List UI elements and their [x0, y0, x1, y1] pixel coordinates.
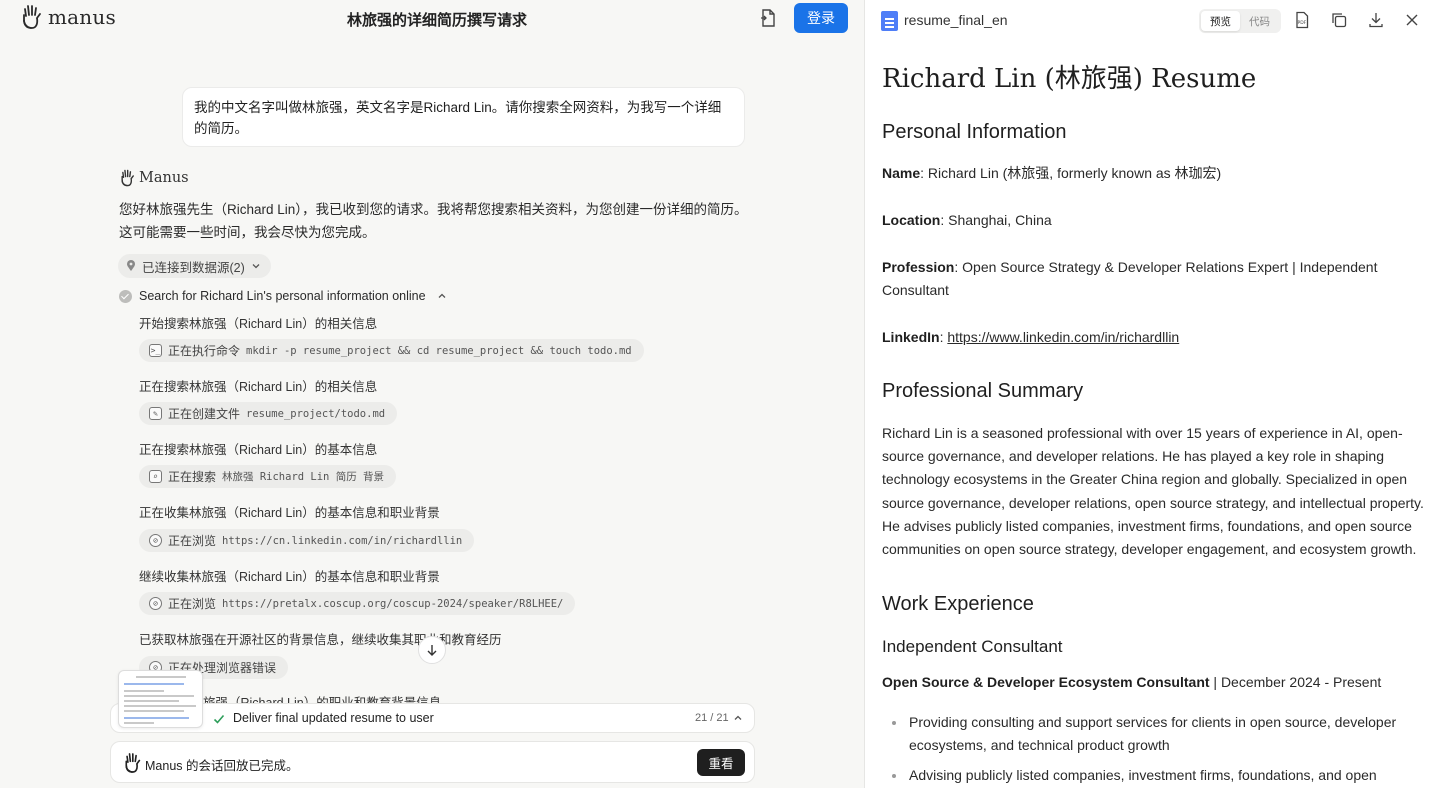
step-header[interactable]: Search for Richard Lin's personal inform…	[119, 289, 447, 303]
download-icon[interactable]	[1367, 11, 1385, 29]
document-icon[interactable]	[758, 8, 778, 28]
role-line: Open Source & Developer Ecosystem Consul…	[882, 674, 1382, 690]
document-thumbnail[interactable]	[118, 670, 203, 728]
sub-step-text: 正在搜索林旅强（Richard Lin）的相关信息	[139, 380, 378, 394]
action-detail: https://pretalx.coscup.org/coscup-2024/s…	[222, 597, 564, 610]
browser-icon: ⊘	[149, 597, 162, 610]
action-pill[interactable]: ⌕ 正在搜索 林旅强 Richard Lin 简历 背景	[139, 465, 397, 488]
field-linkedin: LinkedIn: https://www.linkedin.com/in/ri…	[882, 329, 1180, 345]
action-label: 正在搜索	[168, 470, 217, 484]
login-button[interactable]: 登录	[794, 3, 848, 33]
pdf-icon[interactable]: PDF	[1293, 11, 1311, 29]
manus-hand-icon	[125, 753, 141, 773]
action-pill[interactable]: ⊘ 正在浏览 https://pretalx.coscup.org/coscup…	[139, 592, 576, 615]
datasource-toggle[interactable]: 已连接到数据源(2)	[118, 254, 271, 278]
progress-text: Deliver final updated resume to user	[233, 711, 434, 725]
replay-complete-bar: Manus 的会话回放已完成。 重看	[110, 741, 755, 783]
tab-preview[interactable]: 预览	[1201, 11, 1240, 31]
action-pill[interactable]: ✎ 正在创建文件 resume_project/todo.md	[139, 402, 398, 425]
copy-icon[interactable]	[1330, 11, 1348, 29]
field-location: Location: Shanghai, China	[882, 212, 1052, 228]
list-item: Providing consulting and support service…	[892, 711, 1417, 757]
action-label: 正在创建文件	[168, 407, 241, 421]
pin-icon	[127, 260, 135, 271]
assistant-name: Manus	[139, 170, 189, 186]
check-icon	[213, 714, 225, 724]
view-toggle: 预览 代码	[1199, 9, 1281, 33]
search-icon: ⌕	[149, 470, 162, 483]
close-icon[interactable]	[1403, 11, 1421, 29]
action-label: 正在执行命令	[168, 344, 241, 358]
edit-icon: ✎	[149, 407, 162, 420]
chevron-up-icon	[734, 715, 742, 720]
list-item: Advising publicly listed companies, inve…	[892, 764, 1417, 788]
sub-step-text: 已获取林旅强在开源社区的背景信息，继续收集其职业和教育经历	[139, 633, 502, 647]
replay-button[interactable]: 重看	[697, 749, 745, 776]
step-title: Search for Richard Lin's personal inform…	[139, 289, 426, 303]
section-heading-personal: Personal Information	[882, 121, 1067, 143]
scroll-down-button[interactable]	[418, 636, 446, 664]
action-detail: mkdir -p resume_project && cd resume_pro…	[246, 344, 632, 357]
datasource-label: 已连接到数据源(2)	[142, 260, 245, 275]
preview-pane: resume_final_en 预览 代码 PDF Richard Lin (林…	[864, 0, 1440, 788]
action-detail: https://cn.linkedin.com/in/richardllin	[222, 534, 463, 547]
top-bar: manus 林旅强的详细简历撰写请求 登录	[0, 0, 864, 36]
progress-count: 21 / 21	[695, 712, 729, 724]
file-name: resume_final_en	[904, 12, 1008, 28]
action-pill[interactable]: >_ 正在执行命令 mkdir -p resume_project && cd …	[139, 339, 644, 362]
browser-icon: ⊘	[149, 534, 162, 547]
action-label: 正在浏览	[168, 534, 217, 548]
field-profession: Profession: Open Source Strategy & Devel…	[882, 259, 1378, 299]
role-bullets: Providing consulting and support service…	[892, 711, 1417, 788]
job-heading: Independent Consultant	[882, 637, 1063, 656]
chat-pane: manus 林旅强的详细简历撰写请求 登录 我的中文名字叫做林旅强，英文名字是R…	[0, 0, 864, 788]
assistant-reply: 您好林旅强先生（Richard Lin），我已收到您的请求。我将帮您搜索相关资料…	[119, 202, 748, 240]
assistant-header: Manus	[119, 169, 189, 187]
tab-code[interactable]: 代码	[1240, 11, 1279, 31]
chevron-up-icon	[438, 293, 446, 298]
terminal-icon: >_	[149, 344, 162, 357]
sub-step-text: 开始搜索林旅强（Richard Lin）的相关信息	[139, 317, 378, 331]
manus-hand-icon	[121, 169, 134, 187]
arrow-down-icon	[427, 645, 437, 656]
action-label: 正在浏览	[168, 597, 217, 611]
chevron-down-icon	[252, 264, 260, 269]
replay-done-text: Manus 的会话回放已完成。	[145, 759, 299, 773]
action-pill[interactable]: ⊘ 正在浏览 https://cn.linkedin.com/in/richar…	[139, 529, 475, 552]
field-name: Name: Richard Lin (林旅强, formerly known a…	[882, 165, 1222, 181]
preview-toolbar: resume_final_en 预览 代码 PDF	[865, 0, 1440, 40]
sub-step-text: 正在搜索林旅强（Richard Lin）的基本信息	[139, 443, 378, 457]
chat-title: 林旅强的详细简历撰写请求	[346, 12, 527, 29]
resume-title: Richard Lin (林旅强) Resume	[882, 64, 1257, 94]
check-circle-icon	[119, 289, 132, 303]
file-icon	[881, 11, 898, 31]
linkedin-link[interactable]: https://www.linkedin.com/in/richardllin	[947, 329, 1179, 345]
action-detail: 林旅强 Richard Lin 简历 背景	[222, 471, 385, 483]
section-heading-work: Work Experience	[882, 593, 1034, 615]
action-detail: resume_project/todo.md	[246, 407, 386, 420]
task-progress-bar[interactable]: Deliver final updated resume to user 21 …	[110, 703, 755, 733]
user-message: 我的中文名字叫做林旅强，英文名字是Richard Lin。请你搜索全网资料，为我…	[182, 87, 745, 147]
summary-text: Richard Lin is a seasoned professional w…	[882, 425, 1424, 558]
sub-step-text: 正在收集林旅强（Richard Lin）的基本信息和职业背景	[139, 506, 440, 520]
sub-step-text: 继续收集林旅强（Richard Lin）的基本信息和职业背景	[139, 570, 440, 584]
svg-text:PDF: PDF	[1298, 20, 1307, 26]
section-heading-summary: Professional Summary	[882, 380, 1084, 402]
